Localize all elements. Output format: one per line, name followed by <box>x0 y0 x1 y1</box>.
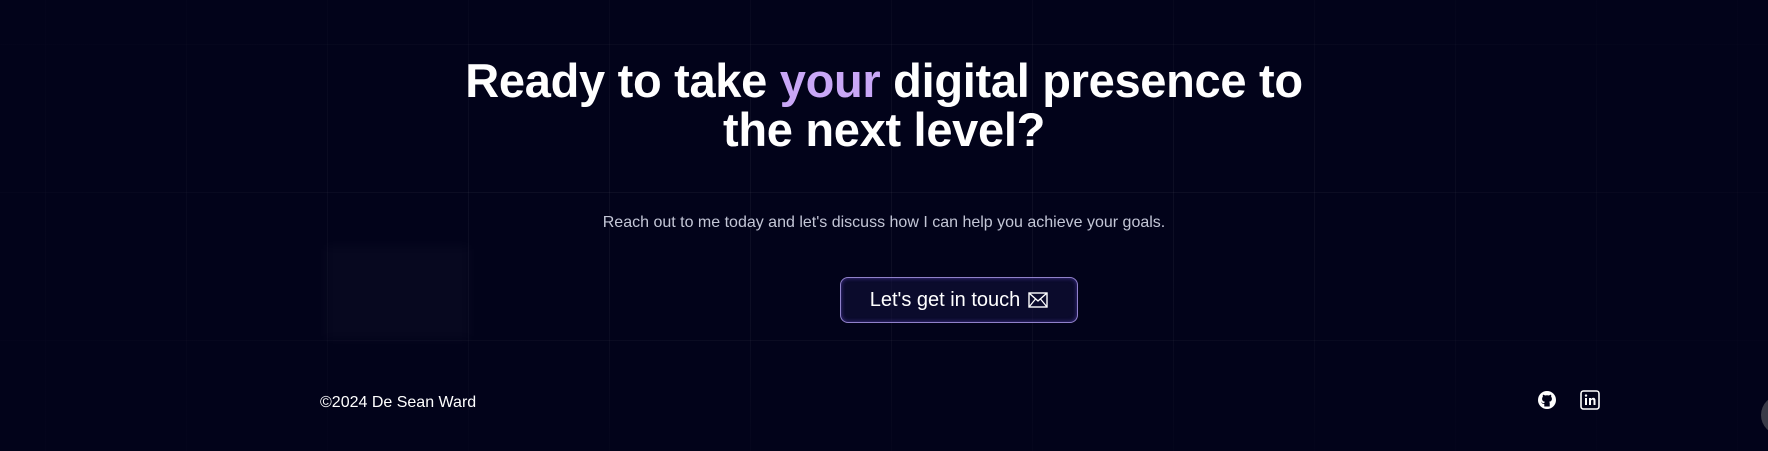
headline-part-1: Ready to take <box>465 54 780 107</box>
cta-headline: Ready to take your digital presence to t… <box>434 56 1334 154</box>
headline-accent: your <box>779 54 881 107</box>
github-link[interactable] <box>1535 390 1559 414</box>
mail-icon <box>1028 292 1048 308</box>
copyright-text: ©2024 De Sean Ward <box>320 394 477 411</box>
background-glow <box>325 245 470 340</box>
get-in-touch-button[interactable]: Let's get in touch <box>840 277 1078 323</box>
get-in-touch-label: Let's get in touch <box>869 288 1021 311</box>
linkedin-icon <box>1580 389 1600 415</box>
cta-subtext: Reach out to me today and let's discuss … <box>602 214 1166 231</box>
github-icon <box>1537 390 1557 415</box>
linkedin-link[interactable] <box>1578 389 1602 415</box>
